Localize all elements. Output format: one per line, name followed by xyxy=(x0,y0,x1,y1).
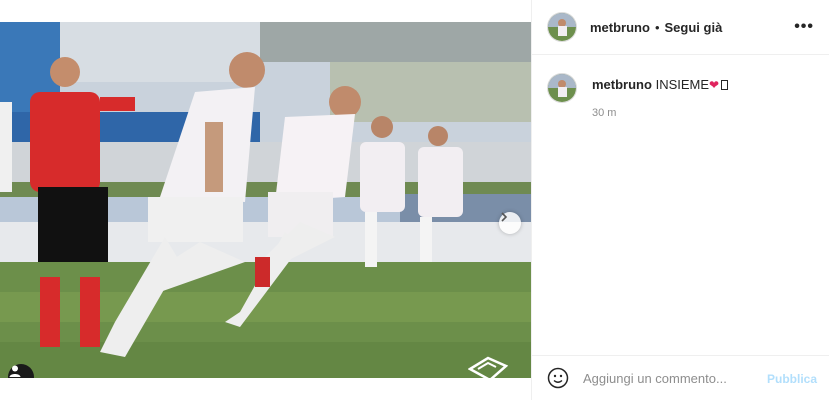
caption-avatar[interactable] xyxy=(547,73,577,103)
post-header: metbruno • Segui già ••• xyxy=(532,0,829,55)
author-avatar[interactable] xyxy=(547,12,577,42)
caption-message: INSIEME xyxy=(655,77,710,92)
unknown-glyph xyxy=(721,80,729,90)
caption-username[interactable]: metbruno xyxy=(592,77,652,92)
post-sidebar: metbruno • Segui già ••• metbruno INSIEM… xyxy=(531,0,829,400)
next-slide-button[interactable] xyxy=(499,212,521,234)
publish-button[interactable]: Pubblica xyxy=(767,372,817,386)
avatar-image xyxy=(548,13,576,41)
follow-status-button[interactable]: Segui già xyxy=(665,20,723,35)
post-photo[interactable] xyxy=(0,22,531,378)
more-options-icon[interactable]: ••• xyxy=(794,18,814,36)
author-username[interactable]: metbruno xyxy=(590,20,650,35)
comment-bar: Pubblica xyxy=(532,355,829,400)
caption-body: metbruno INSIEME❤ 30 m xyxy=(592,77,729,119)
chevron-right-icon xyxy=(501,212,508,222)
user-tag-icon xyxy=(9,365,21,377)
team-logo-icon xyxy=(468,356,508,378)
football-celebration-photo xyxy=(0,22,531,378)
caption-text: metbruno INSIEME❤ xyxy=(592,77,729,93)
comment-input[interactable] xyxy=(583,370,753,386)
heart-emoji: ❤ xyxy=(709,78,720,92)
post-caption: metbruno INSIEME❤ 30 m xyxy=(547,73,817,119)
emoji-icon[interactable] xyxy=(547,367,569,389)
header-separator: • xyxy=(654,19,660,35)
avatar-image xyxy=(548,74,576,102)
post-timestamp[interactable]: 30 m xyxy=(592,107,728,119)
